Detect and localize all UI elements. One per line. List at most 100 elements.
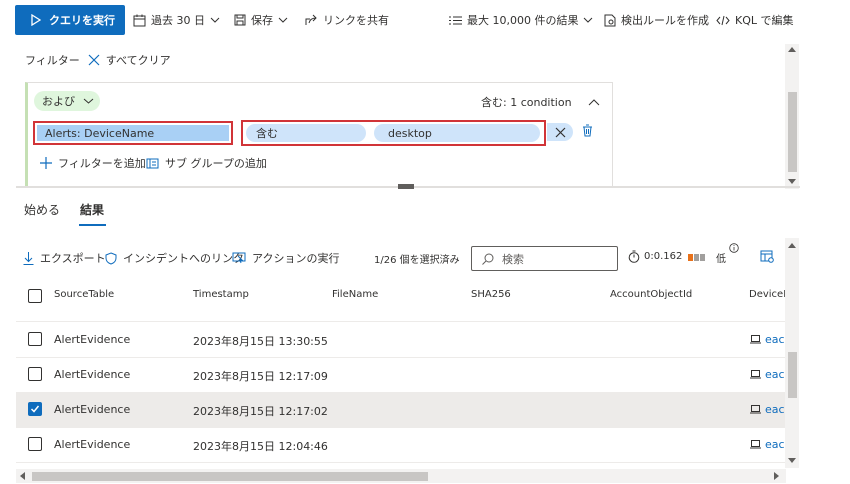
column-header-sourcetable[interactable]: SourceTable xyxy=(54,289,114,300)
perf-bar xyxy=(694,254,699,261)
time-range-dropdown[interactable]: 過去 30 日 xyxy=(133,12,220,28)
export-button[interactable]: エクスポート xyxy=(23,250,106,266)
group-operator-dropdown[interactable]: および xyxy=(34,91,100,111)
column-header-sha256[interactable]: SHA256 xyxy=(471,289,511,300)
scroll-down-icon xyxy=(788,179,796,184)
list-icon xyxy=(449,15,462,26)
time-range-label: 過去 30 日 xyxy=(151,14,205,27)
cell-timestamp: 2023年8月15日 12:04:46 xyxy=(193,440,328,453)
remove-value-button[interactable] xyxy=(547,123,573,141)
perf-label: 低 xyxy=(716,254,726,265)
group-operator-label: および xyxy=(42,95,75,108)
device-id: eac xyxy=(765,368,785,381)
table-row-selected[interactable]: AlertEvidence 2023年8月15日 12:17:02 eac xyxy=(16,392,786,427)
results-vertical-scrollbar-thumb[interactable] xyxy=(788,352,797,398)
shield-icon xyxy=(105,251,117,265)
cell-device-link[interactable]: eac xyxy=(750,438,785,451)
column-header-filename[interactable]: FileName xyxy=(332,289,378,300)
share-icon xyxy=(305,14,318,26)
column-header-accountobjectid[interactable]: AccountObjectId xyxy=(610,289,692,300)
select-all-checkbox[interactable] xyxy=(28,289,42,303)
add-subgroup-button[interactable]: サブ グループの追加 xyxy=(146,155,267,171)
create-detection-rule-button[interactable]: 検出ルールを作成 xyxy=(604,12,709,28)
results-horizontal-scrollbar-thumb[interactable] xyxy=(32,472,428,481)
scroll-right-icon xyxy=(774,472,779,480)
clear-all-button[interactable]: すべてクリア xyxy=(88,52,171,68)
cell-device-link[interactable]: eac xyxy=(750,333,785,346)
scroll-left-icon xyxy=(20,472,25,480)
subgroup-icon xyxy=(146,158,159,169)
elapsed-time: 0:0.162 xyxy=(644,251,683,262)
columns-icon xyxy=(760,250,774,263)
filter-operator-select[interactable]: 含む xyxy=(246,124,366,142)
table-row[interactable]: AlertEvidence 2023年8月15日 12:17:09 eac xyxy=(16,357,786,392)
scroll-up-icon xyxy=(788,243,796,248)
cell-sourcetable: AlertEvidence xyxy=(54,403,131,416)
filter-label: フィルター xyxy=(25,54,80,67)
stopwatch-icon xyxy=(628,250,640,263)
filter-value-input[interactable]: desktop xyxy=(374,124,540,142)
cell-device-link[interactable]: eac xyxy=(750,368,785,381)
checkmark-icon xyxy=(30,405,40,413)
performance-indicator xyxy=(688,254,705,261)
share-link-button[interactable]: リンクを共有 xyxy=(305,12,389,28)
take-action-button[interactable]: アクションの実行 xyxy=(232,250,339,266)
laptop-icon xyxy=(750,335,761,344)
max-results-dropdown[interactable]: 最大 10,000 件の結果 xyxy=(449,12,593,28)
add-filter-label: フィルターを追加 xyxy=(58,157,146,170)
cell-sourcetable: AlertEvidence xyxy=(54,438,131,451)
filter-field-label: Alerts: DeviceName xyxy=(45,126,155,140)
info-icon[interactable] xyxy=(729,243,739,253)
search-input[interactable]: 検索 xyxy=(471,246,618,271)
table-row[interactable]: AlertEvidence 2023年8月15日 13:30:55 eac xyxy=(16,322,786,357)
column-header-deviceid[interactable]: DeviceI xyxy=(749,289,785,300)
cell-timestamp: 2023年8月15日 12:17:02 xyxy=(193,405,328,418)
filter-operator-label: 含む xyxy=(256,127,278,140)
filter-field-value: Alerts: DeviceName xyxy=(37,125,229,141)
selection-count: 1/26 個を選択済み xyxy=(374,255,460,266)
cell-device-link[interactable]: eac xyxy=(750,403,785,416)
chevron-down-icon xyxy=(278,17,288,23)
perf-bar-filled xyxy=(688,254,693,261)
row-checkbox-checked[interactable] xyxy=(28,402,42,416)
chevron-down-icon xyxy=(210,17,220,23)
calendar-icon xyxy=(133,14,146,27)
tab-results-label: 結果 xyxy=(80,203,105,217)
splitter-grip-icon[interactable] xyxy=(398,184,414,189)
link-incident-button[interactable]: インシデントへのリンク xyxy=(105,250,244,266)
link-incident-label: インシデントへのリンク xyxy=(123,252,244,265)
save-dropdown[interactable]: 保存 xyxy=(234,12,288,28)
customize-columns-button[interactable] xyxy=(760,250,774,266)
query-timer: 0:0.162 xyxy=(628,250,682,263)
laptop-icon xyxy=(750,405,761,414)
cell-timestamp: 2023年8月15日 12:17:09 xyxy=(193,370,328,383)
run-query-button[interactable]: クエリを実行 xyxy=(15,5,125,35)
run-query-label: クエリを実行 xyxy=(49,14,115,27)
table-row[interactable]: AlertEvidence 2023年8月15日 12:04:46 eac xyxy=(16,427,786,462)
close-icon xyxy=(88,54,100,66)
row-checkbox[interactable] xyxy=(28,437,42,451)
add-filter-button[interactable]: フィルターを追加 xyxy=(40,155,146,171)
row-checkbox[interactable] xyxy=(28,367,42,381)
scroll-up-icon xyxy=(788,47,796,52)
row-checkbox[interactable] xyxy=(28,332,42,346)
kql-edit-button[interactable]: KQL で編集 xyxy=(716,12,794,28)
perf-bar xyxy=(700,254,705,261)
condition-summary-toggle[interactable]: 含む: 1 condition xyxy=(481,94,600,110)
kql-edit-label: KQL で編集 xyxy=(735,14,794,27)
search-icon xyxy=(482,253,494,265)
rule-document-icon xyxy=(604,14,616,27)
filter-header: フィルター すべてクリア xyxy=(25,52,171,68)
chevron-down-icon xyxy=(83,98,94,104)
play-icon xyxy=(31,14,41,26)
delete-condition-button[interactable] xyxy=(582,124,593,137)
take-action-label: アクションの実行 xyxy=(252,252,340,265)
divider xyxy=(16,462,786,463)
max-results-label: 最大 10,000 件の結果 xyxy=(467,14,579,27)
filter-field-select[interactable]: Alerts: DeviceName xyxy=(33,121,233,145)
filter-scrollbar-thumb[interactable] xyxy=(788,92,797,172)
scroll-down-icon xyxy=(788,458,796,463)
tab-results[interactable]: 結果 xyxy=(80,201,104,218)
tab-get-started[interactable]: 始める xyxy=(24,201,60,218)
column-header-timestamp[interactable]: Timestamp xyxy=(193,289,249,300)
